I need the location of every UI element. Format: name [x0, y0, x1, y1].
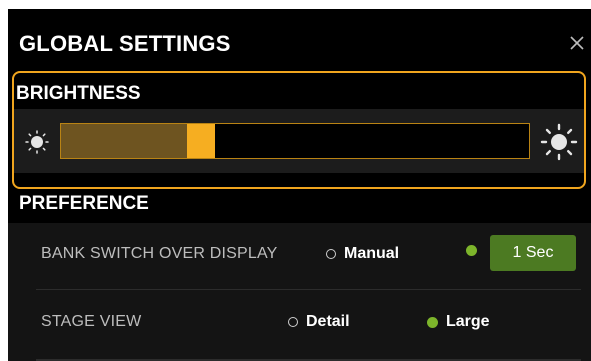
brightness-fill [61, 124, 188, 158]
close-button[interactable] [563, 29, 591, 57]
brightness-heading: BRIGHTNESS [16, 83, 141, 104]
close-icon [570, 36, 584, 50]
brightness-section: BRIGHTNESS [12, 71, 586, 189]
large-option-label: Large [446, 313, 490, 330]
one-sec-radio[interactable] [466, 245, 477, 256]
manual-radio-option[interactable]: Manual [326, 245, 399, 263]
sun-large-icon [540, 123, 578, 161]
global-settings-dialog: GLOBAL SETTINGS BRIGHTNESS PREFERENCE BA… [8, 9, 591, 361]
bank-switch-row: BANK SWITCH OVER DISPLAY Manual 1 Sec [8, 223, 591, 290]
manual-radio[interactable] [326, 249, 336, 259]
one-sec-button[interactable]: 1 Sec [490, 235, 576, 271]
brightness-slider-row [14, 109, 584, 173]
manual-option-label: Manual [344, 245, 400, 262]
stage-view-label: STAGE VIEW [41, 313, 142, 330]
large-radio[interactable] [427, 316, 438, 328]
bank-switch-label: BANK SWITCH OVER DISPLAY [41, 245, 278, 262]
row-divider [36, 289, 581, 290]
stage-view-row: STAGE VIEW Detail Large [8, 291, 591, 355]
detail-radio-option[interactable]: Detail [288, 313, 350, 331]
sun-small-icon [25, 130, 49, 154]
one-sec-radio-option[interactable] [466, 245, 485, 256]
large-radio-option[interactable]: Large [427, 313, 490, 331]
detail-option-label: Detail [306, 313, 350, 330]
brightness-slider[interactable] [60, 123, 530, 159]
preference-heading: PREFERENCE [19, 193, 149, 214]
dialog-title: GLOBAL SETTINGS [19, 31, 231, 56]
preference-list: BANK SWITCH OVER DISPLAY Manual 1 Sec ST… [8, 223, 591, 361]
brightness-slider-thumb[interactable] [187, 124, 216, 158]
detail-radio[interactable] [288, 317, 298, 327]
